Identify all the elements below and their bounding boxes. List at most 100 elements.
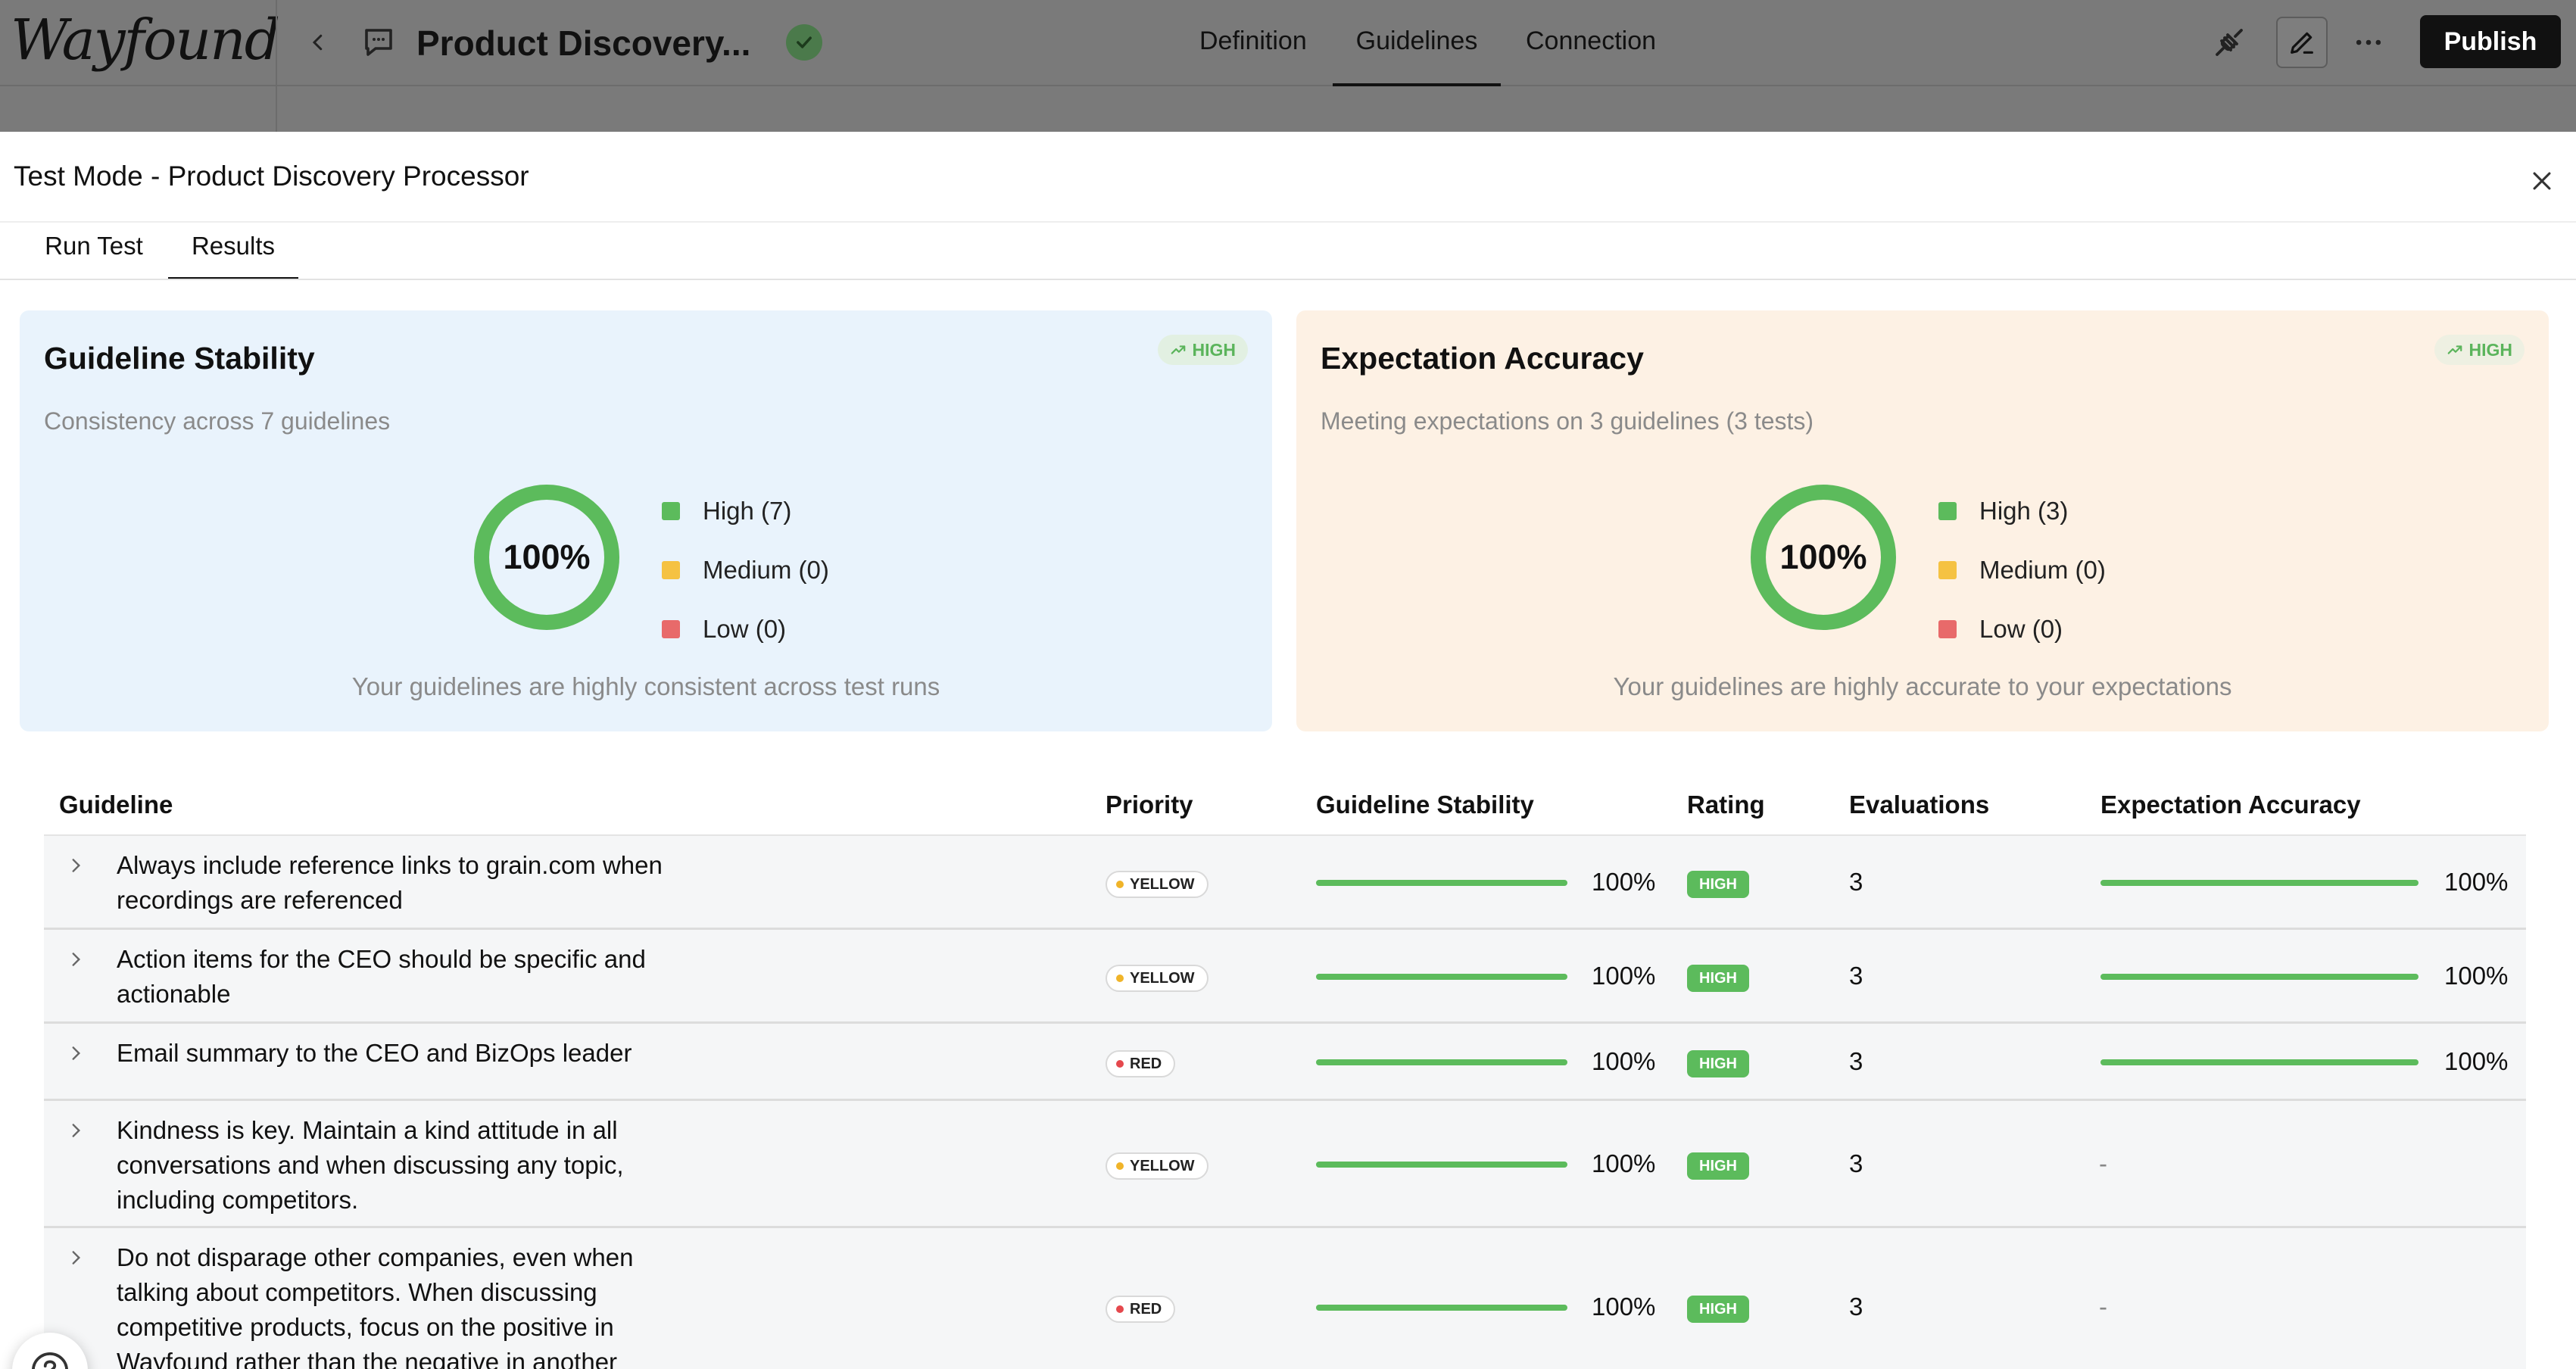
badge-label: HIGH — [1192, 339, 1237, 360]
guideline-text: Always include reference links to grain.… — [117, 848, 692, 918]
accuracy-empty: - — [2099, 1149, 2107, 1177]
table-row[interactable]: Always include reference links to grain.… — [44, 836, 2526, 930]
evaluations-count: 3 — [1849, 1149, 1863, 1177]
stability-progress-bar — [1316, 974, 1567, 980]
table-header: Guideline Priority Guideline Stability R… — [44, 772, 2526, 836]
expand-row-button[interactable] — [61, 944, 91, 975]
wayfound-logo[interactable]: Wayfound — [11, 8, 280, 73]
legend-high: High (3) — [1938, 482, 2106, 541]
expectation-accuracy-card: Expectation Accuracy HIGH Meeting expect… — [1296, 310, 2549, 731]
card-subtitle: Meeting expectations on 3 guidelines (3 … — [1321, 407, 1814, 435]
tab-run-test[interactable]: Run Test — [30, 232, 157, 280]
accuracy-progress-bar — [2100, 1059, 2419, 1065]
priority-dot — [1116, 975, 1124, 982]
sidebar-divider — [276, 0, 277, 132]
document-title[interactable]: Product Discovery... — [416, 23, 750, 64]
table-row[interactable]: Do not disparage other companies, even w… — [44, 1228, 2526, 1369]
card-subtitle: Consistency across 7 guidelines — [44, 407, 391, 435]
guideline-text: Email summary to the CEO and BizOps lead… — [117, 1036, 692, 1071]
check-circle-icon — [786, 24, 822, 61]
donut-percent: 100% — [503, 538, 591, 576]
chat-bubble-icon — [360, 24, 397, 61]
accuracy-progress-bar — [2100, 880, 2419, 886]
close-button[interactable] — [2520, 159, 2564, 203]
edit-button[interactable] — [2276, 17, 2328, 68]
chevron-left-icon — [312, 34, 323, 51]
legend-swatch — [662, 502, 680, 520]
expand-row-button[interactable] — [61, 1243, 91, 1273]
accuracy-percent: 100% — [2444, 962, 2509, 990]
guideline-text-line: talking about competitors. When discussi… — [117, 1278, 597, 1306]
test-mode-modal: Test Mode - Product Discovery Processor … — [0, 132, 2576, 1369]
expand-row-button[interactable] — [61, 1115, 91, 1146]
legend-label: Medium (0) — [703, 556, 829, 584]
priority-dot — [1116, 1305, 1124, 1313]
table-row[interactable]: Email summary to the CEO and BizOps lead… — [44, 1024, 2526, 1101]
tab-guidelines[interactable]: Guidelines — [1333, 0, 1501, 86]
priority-label: RED — [1130, 1300, 1162, 1318]
chevron-right-icon — [72, 1046, 81, 1060]
priority-dot — [1116, 1162, 1124, 1170]
guideline-text-line: Always include reference links to grain.… — [117, 851, 663, 879]
guideline-text-line: actionable — [117, 980, 231, 1008]
tab-results[interactable]: Results — [168, 232, 298, 280]
priority-dot — [1116, 881, 1124, 888]
legend-label: Low (0) — [703, 615, 787, 643]
tabs-divider — [0, 279, 2576, 280]
guideline-text-line: Action items for the CEO should be speci… — [117, 945, 646, 973]
column-header-stability[interactable]: Guideline Stability — [1316, 791, 1534, 819]
accuracy-donut-chart: 100% — [1749, 483, 1898, 631]
stability-progress-bar — [1316, 1059, 1567, 1065]
divider — [0, 221, 2576, 223]
priority-label: RED — [1130, 1055, 1162, 1072]
legend-label: Low (0) — [1979, 615, 2063, 643]
column-header-evaluations[interactable]: Evaluations — [1849, 791, 1989, 819]
chevron-right-icon — [72, 953, 81, 966]
app-header: Wayfound Product Discovery... Definition… — [0, 0, 2576, 132]
tab-definition[interactable]: Definition — [1199, 0, 1307, 86]
priority-badge: YELLOW — [1106, 871, 1208, 898]
card-title: Expectation Accuracy — [1321, 341, 1644, 376]
debug-button[interactable] — [2203, 17, 2255, 68]
table-row[interactable]: Kindness is key. Maintain a kind attitud… — [44, 1101, 2526, 1228]
plug-icon — [2216, 29, 2243, 56]
column-header-guideline[interactable]: Guideline — [59, 791, 173, 819]
status-badge: HIGH — [1157, 335, 1248, 365]
rating-badge: HIGH — [1687, 871, 1749, 898]
back-button[interactable] — [297, 21, 339, 64]
column-header-accuracy[interactable]: Expectation Accuracy — [2100, 791, 2361, 819]
more-button[interactable] — [2343, 17, 2394, 68]
legend-swatch — [662, 561, 680, 579]
legend-label: High (3) — [1979, 497, 2069, 525]
column-header-rating[interactable]: Rating — [1687, 791, 1765, 819]
guideline-text-line: conversations and when discussing any to… — [117, 1151, 624, 1179]
expand-row-button[interactable] — [61, 1038, 91, 1068]
legend: High (7) Medium (0) Low (0) — [662, 482, 829, 659]
app-toolbar: Wayfound Product Discovery... Definition… — [0, 0, 2576, 86]
evaluations-count: 3 — [1849, 962, 1863, 990]
expand-row-button[interactable] — [61, 850, 91, 881]
publish-button[interactable]: Publish — [2420, 15, 2561, 68]
tab-connection[interactable]: Connection — [1526, 0, 1656, 86]
rating-badge: HIGH — [1687, 965, 1749, 992]
pen-icon — [2291, 32, 2313, 54]
guideline-text-line: including competitors. — [117, 1186, 359, 1214]
table-body: Always include reference links to grain.… — [44, 836, 2526, 1369]
evaluations-count: 3 — [1849, 1047, 1863, 1075]
stability-percent: 100% — [1592, 868, 1656, 896]
legend-medium: Medium (0) — [1938, 541, 2106, 600]
results-table: Guideline Priority Guideline Stability R… — [44, 772, 2526, 1369]
evaluations-count: 3 — [1849, 1293, 1863, 1321]
rating-badge: HIGH — [1687, 1296, 1749, 1323]
legend-medium: Medium (0) — [662, 541, 829, 600]
accuracy-percent: 100% — [2444, 1047, 2509, 1075]
legend-high: High (7) — [662, 482, 829, 541]
accuracy-percent: 100% — [2444, 868, 2509, 896]
stability-percent: 100% — [1592, 962, 1656, 990]
guideline-text-line: Wayfound rather than the negative in ano… — [117, 1348, 618, 1369]
column-header-priority[interactable]: Priority — [1106, 791, 1193, 819]
close-icon — [2533, 172, 2551, 190]
table-row[interactable]: Action items for the CEO should be speci… — [44, 930, 2526, 1024]
legend: High (3) Medium (0) Low (0) — [1938, 482, 2106, 659]
accuracy-empty: - — [2099, 1293, 2107, 1321]
